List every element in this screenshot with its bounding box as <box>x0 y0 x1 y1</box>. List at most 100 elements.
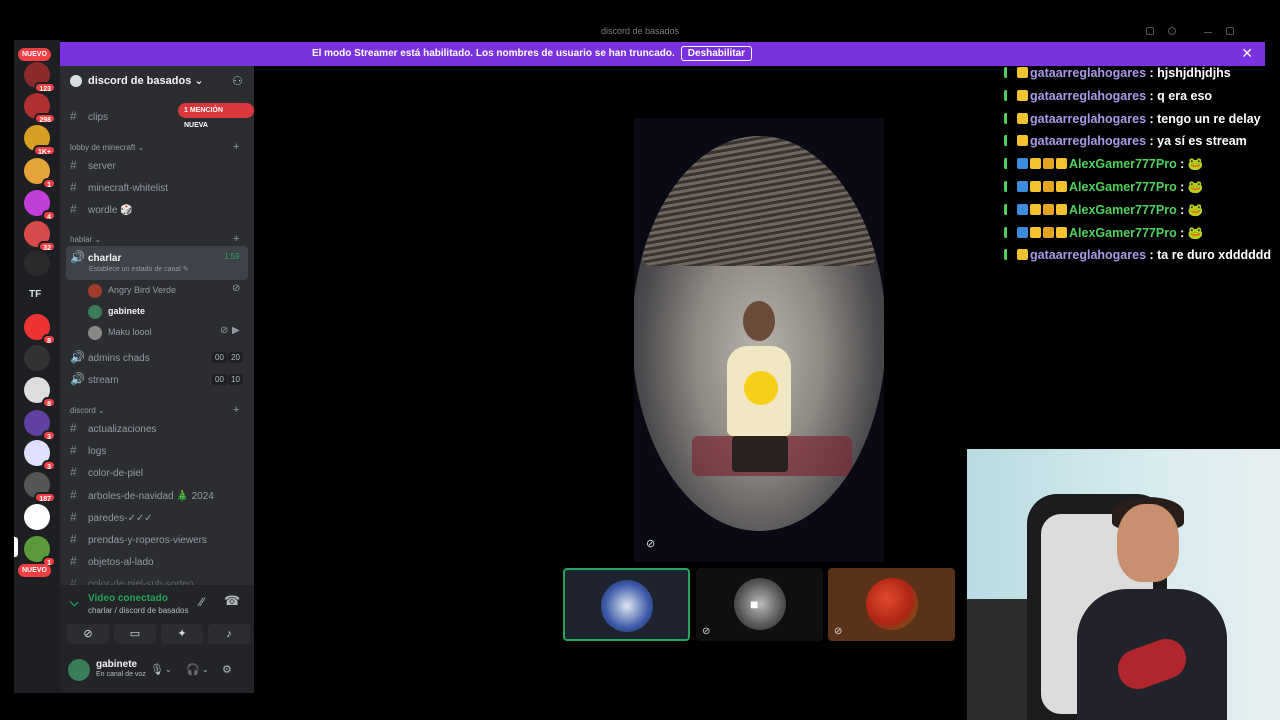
server-icon[interactable] <box>24 504 50 530</box>
participant-tile-angry-bird[interactable]: ⊘ <box>828 568 955 641</box>
mic-icon[interactable]: 🎙 <box>150 663 164 676</box>
chat-username: AlexGamer777Pro <box>1069 179 1177 194</box>
category-lobby-de-minecraft[interactable]: lobby de minecraft ⌄ + <box>70 141 239 153</box>
inbox-icon[interactable] <box>1168 27 1176 35</box>
channel-item[interactable]: # arboles-de-navidad 🎄 2024 <box>70 487 214 503</box>
add-channel-icon[interactable]: + <box>233 404 239 416</box>
hash-icon: # <box>70 487 77 502</box>
chat-badge-icon <box>1017 249 1028 261</box>
chat-badge-icon <box>1043 158 1054 170</box>
channel-minecraft-whitelist[interactable]: # minecraft-whitelist <box>70 179 168 195</box>
server-icon[interactable] <box>24 250 50 276</box>
voice-user-gabinete[interactable]: gabinete <box>88 304 145 319</box>
video-icon: ▶ <box>232 325 240 336</box>
channel-item[interactable]: # prendas-y-roperos-viewers <box>70 531 207 547</box>
add-member-icon[interactable]: ⚇ <box>232 75 244 87</box>
chat-badge-icon <box>1017 180 1028 192</box>
chat-badge-icon <box>1017 89 1028 101</box>
channel-label: arboles-de-navidad 🎄 2024 <box>88 490 214 502</box>
channel-admins-chads[interactable]: 🔊 admins chads <box>70 349 150 365</box>
mention-count-badge: 4 <box>42 210 56 221</box>
chevron-down-icon[interactable]: ⌄ <box>165 665 172 674</box>
channel-label: stream <box>88 375 119 386</box>
server-icon[interactable]: 123 <box>24 62 56 93</box>
server-icon[interactable]: 1 <box>24 536 56 567</box>
server-icon[interactable] <box>24 345 50 371</box>
chat-badge-icon <box>1017 203 1028 215</box>
mention-count-badge: 8 <box>42 334 56 345</box>
add-channel-icon[interactable]: + <box>233 141 239 153</box>
close-icon[interactable]: ✕ <box>1241 45 1253 62</box>
server-icon[interactable]: 3 <box>24 410 56 441</box>
minimize-icon[interactable] <box>1204 32 1212 33</box>
channel-clips[interactable]: # clips <box>70 108 108 124</box>
channel-label: color-de-piel <box>88 468 144 480</box>
channel-item[interactable]: # actualizaciones <box>70 420 156 436</box>
add-channel-icon[interactable]: + <box>233 233 239 245</box>
server-icon[interactable]: 1K+ <box>24 125 56 156</box>
channel-server[interactable]: # server <box>70 157 116 173</box>
server-icon[interactable]: 187 <box>24 472 56 503</box>
category-discord[interactable]: discord ⌄ + <box>70 404 239 416</box>
gear-icon[interactable]: ⚙ <box>222 663 232 676</box>
avatar <box>601 580 653 632</box>
server-icon[interactable]: 8 <box>24 377 56 408</box>
chat-badge-icon <box>1017 135 1028 147</box>
chat-text: : tengo un re delay <box>1146 111 1261 126</box>
voice-user-maku[interactable]: Maku loool <box>88 325 152 340</box>
camera-off-button[interactable]: ⊘ <box>67 624 109 644</box>
new-mention-badge[interactable]: 1 MENCIÓN NUEVA <box>178 103 254 129</box>
server-icon[interactable]: 1 <box>24 158 56 189</box>
new-servers-badge[interactable]: NUEVO <box>18 48 51 61</box>
voice-location[interactable]: charlar / discord de basados <box>88 606 189 615</box>
channel-status-prompt[interactable]: Establece un estado de canal ✎ <box>89 265 189 273</box>
new-servers-badge[interactable]: NUEVO <box>18 564 51 577</box>
hash-icon: # <box>70 576 77 586</box>
help-icon[interactable] <box>1146 27 1154 35</box>
server-icon[interactable]: 32 <box>24 221 56 252</box>
main-video-feed[interactable] <box>634 118 884 562</box>
server-icon[interactable]: 4 <box>24 190 56 221</box>
channel-item[interactable]: # color-de-piel-sub-sorteo <box>70 575 194 585</box>
video-icon: ■ <box>750 596 759 612</box>
channel-charlar[interactable]: 🔊 charlar <box>70 249 121 265</box>
channel-item[interactable]: # color-de-piel <box>70 464 143 480</box>
server-icon[interactable]: 298 <box>24 93 56 124</box>
stream-chat-overlay: gataarreglahogares : hjshjdhjdjhs gataarr… <box>988 62 1280 267</box>
signal-icon[interactable] <box>69 597 79 607</box>
participant-tile-maku[interactable]: ■ ⊘ <box>696 568 823 641</box>
channel-item[interactable]: # paredes-✓✓✓ <box>70 509 153 525</box>
chat-username: AlexGamer777Pro <box>1069 225 1177 240</box>
server-icon[interactable]: TF <box>24 283 50 309</box>
avatar <box>88 325 102 340</box>
participant-tile-gabinete[interactable] <box>563 568 690 641</box>
selected-server-indicator <box>14 537 18 557</box>
category-label: hablar ⌄ <box>70 235 102 244</box>
headphones-icon[interactable]: 🎧 <box>186 663 200 676</box>
avatar <box>734 578 786 630</box>
category-hablar[interactable]: hablar ⌄ + <box>70 233 239 245</box>
channel-item[interactable]: # objetos-al-lado <box>70 553 154 569</box>
server-icon[interactable]: 8 <box>24 314 56 345</box>
voice-user-angry-bird[interactable]: Angry Bird Verde <box>88 283 176 298</box>
channel-label: server <box>88 161 116 172</box>
guild-header[interactable]: discord de basados ⌄ ⚇ <box>60 66 254 96</box>
channel-wordle[interactable]: # wordle 🎲 <box>70 201 133 217</box>
soundboard-button[interactable]: ♪ <box>208 624 250 644</box>
channel-stream[interactable]: 🔊 stream <box>70 371 119 387</box>
chat-badge-icon <box>1043 180 1054 192</box>
activities-button[interactable]: ✦ <box>161 624 203 644</box>
avatar[interactable] <box>68 659 90 681</box>
share-screen-button[interactable]: ▭ <box>114 624 156 644</box>
chat-text: : 🐸 <box>1176 157 1204 172</box>
chat-message: AlexGamer777Pro : 🐸 <box>988 222 1280 245</box>
chat-text: : hjshjdhjdjhs <box>1146 66 1231 80</box>
disable-button[interactable]: Deshabilitar <box>680 46 753 61</box>
channel-item[interactable]: # logs <box>70 442 106 458</box>
disconnect-icon[interactable]: ☎ <box>224 593 240 609</box>
noise-suppression-icon[interactable]: ⁄⁄ <box>200 595 204 609</box>
avatar <box>88 283 102 298</box>
chevron-down-icon[interactable]: ⌄ <box>202 665 209 674</box>
maximize-icon[interactable] <box>1226 27 1234 35</box>
server-icon[interactable]: 3 <box>24 440 56 471</box>
